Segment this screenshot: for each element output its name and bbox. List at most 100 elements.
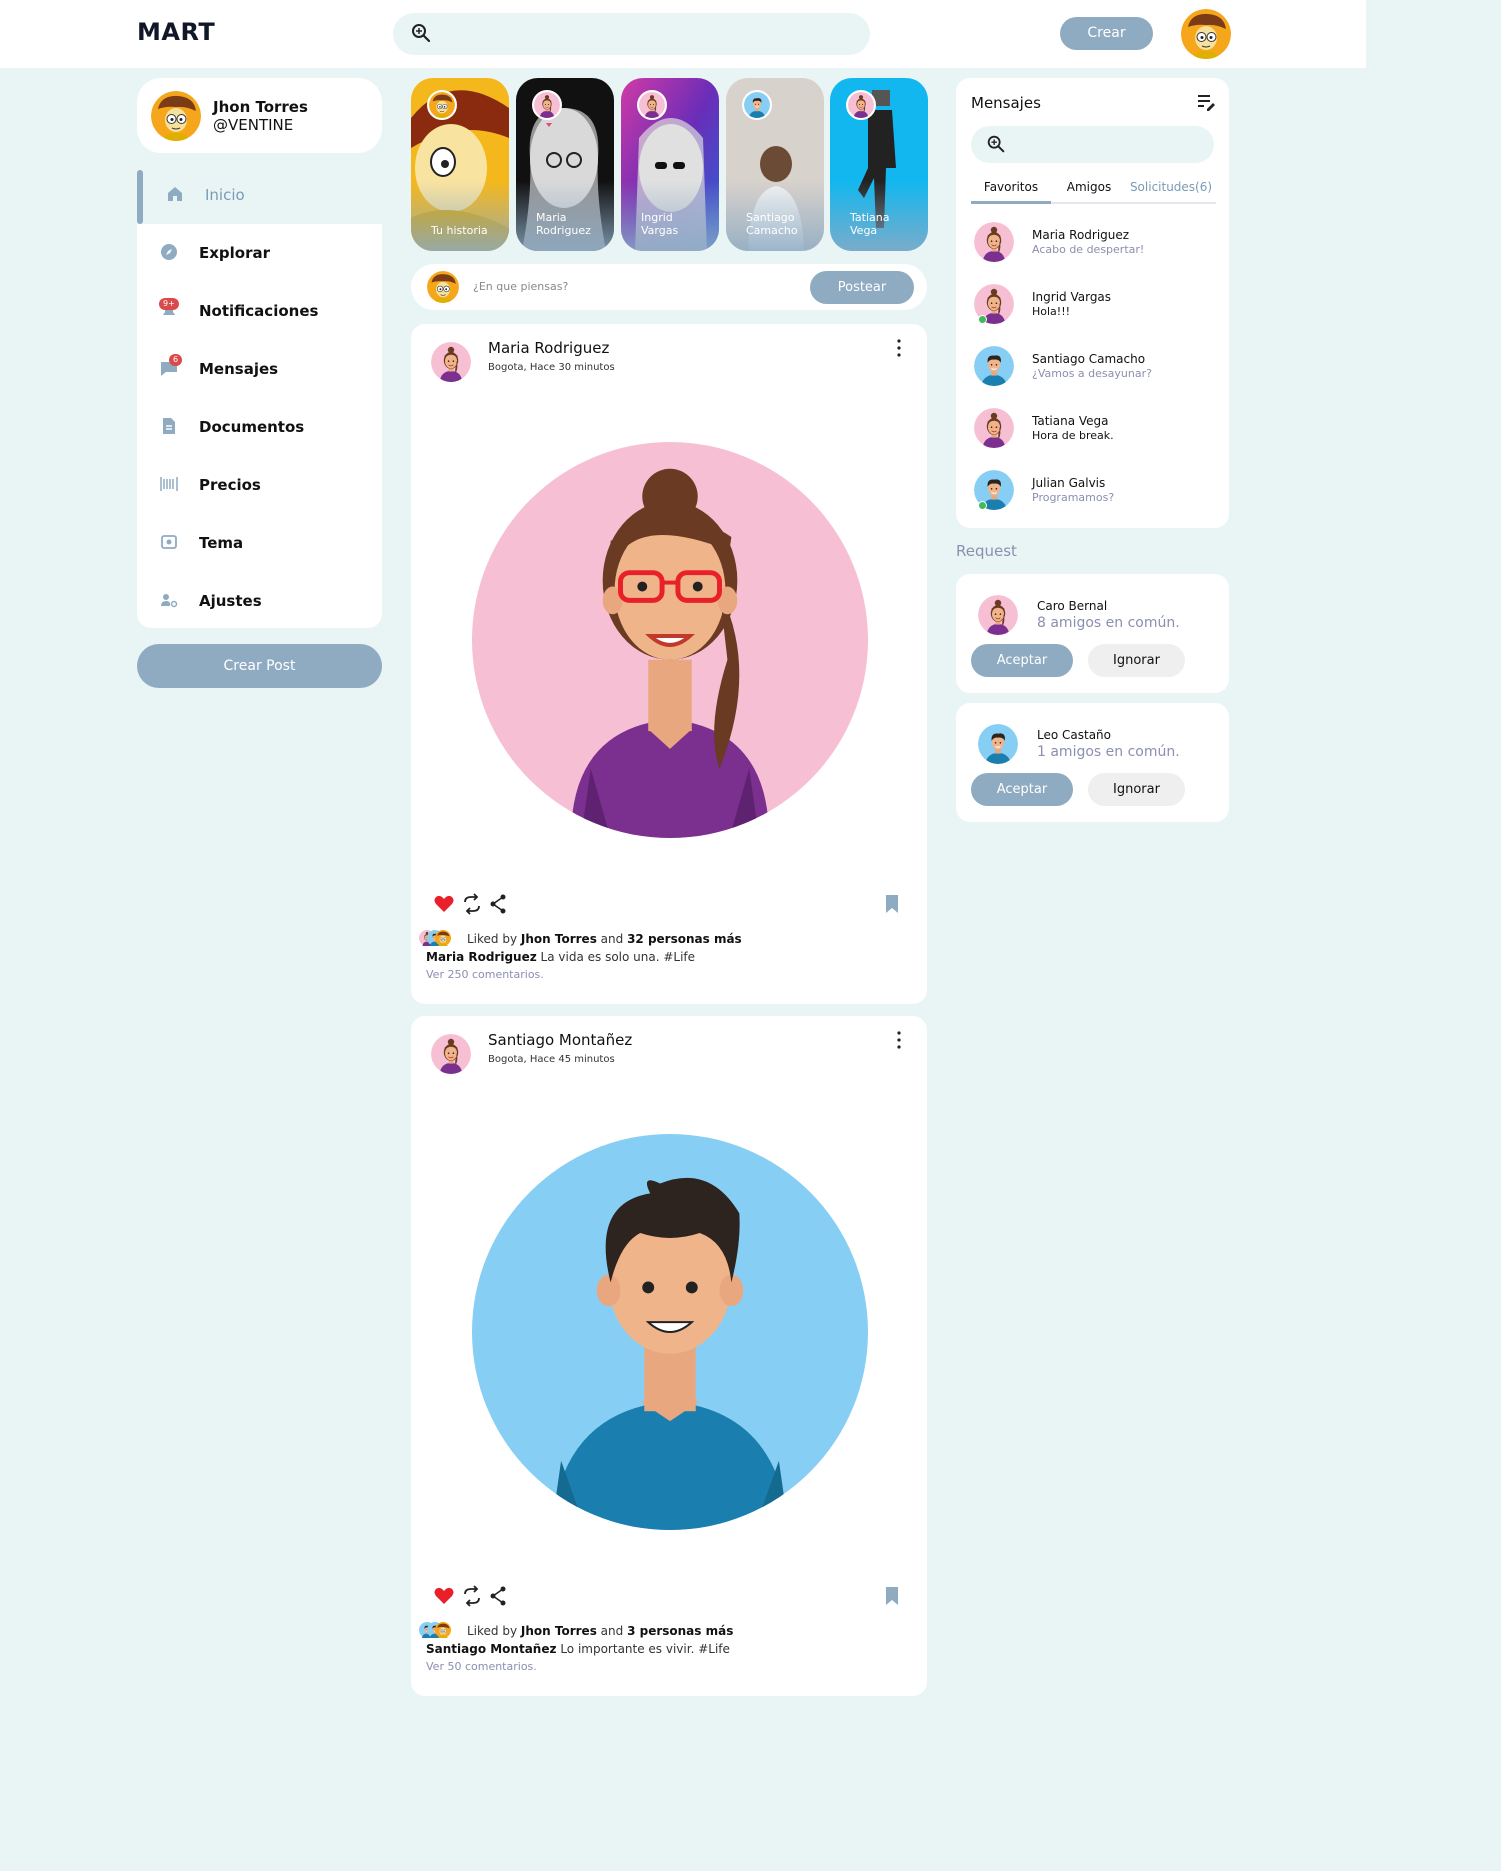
profile-card[interactable]: Jhon Torres @VENTINE	[137, 78, 382, 153]
story-avatar	[637, 90, 667, 120]
post-caption: Santiago Montañez Lo importante es vivir…	[426, 1642, 730, 1656]
sidebar-item-label: Ajustes	[199, 592, 262, 610]
story-card[interactable]: Ingrid Vargas	[621, 78, 719, 251]
contact-item[interactable]: Maria Rodriguez Acabo de despertar!	[974, 222, 1214, 266]
like-icon	[434, 895, 454, 912]
sidebar-item-ajustes[interactable]: Ajustes	[137, 576, 382, 630]
post-actions	[434, 893, 506, 915]
friend-request-card: Caro Bernal 8 amigos en común. Aceptar I…	[956, 574, 1229, 693]
home-icon	[168, 187, 182, 201]
messages-search-input[interactable]	[971, 126, 1214, 163]
profile-name: Jhon Torres	[213, 98, 308, 116]
sidebar-item-label: Explorar	[199, 244, 271, 262]
online-indicator	[978, 315, 987, 324]
compose-input[interactable]: ¿En que piensas?	[473, 280, 568, 293]
mutual-friends: 1 amigos en común.	[1037, 744, 1180, 760]
likes-summary[interactable]: Liked by Jhon Torres and 32 personas más	[419, 930, 899, 948]
tab-amigos[interactable]: Amigos	[1056, 178, 1122, 204]
sidebar-item-label: Tema	[199, 534, 244, 552]
more-options-icon[interactable]	[895, 338, 903, 358]
sidebar-item-documentos[interactable]: Documentos	[137, 402, 382, 456]
avatar[interactable]	[978, 724, 1018, 764]
create-post-button[interactable]: Crear Post	[137, 644, 382, 688]
post-meta: Bogota, Hace 30 minutos	[488, 362, 615, 373]
contact-item[interactable]: Santiago Camacho ¿Vamos a desayunar?	[974, 346, 1214, 390]
request-name[interactable]: Caro Bernal	[1037, 599, 1107, 613]
liked-avatars	[419, 1622, 459, 1640]
avatar	[974, 222, 1014, 262]
story-name: Santiago Camacho	[746, 211, 798, 237]
messages-tabs: Favoritos Amigos Solicitudes(6)	[971, 178, 1216, 204]
view-comments-link[interactable]: Ver 50 comentarios.	[426, 1660, 537, 1673]
story-name: Ingrid Vargas	[641, 211, 679, 237]
repost-icon	[464, 1585, 480, 1607]
compose-message-icon[interactable]	[1196, 92, 1216, 112]
author-avatar[interactable]	[431, 342, 471, 382]
friend-request-card: Leo Castaño 1 amigos en común. Aceptar I…	[956, 703, 1229, 822]
contact-item[interactable]: Julian Galvis Programamos?	[974, 470, 1214, 514]
post-author[interactable]: Santiago Montañez	[488, 1031, 632, 1049]
sidebar-item-label: Mensajes	[199, 360, 279, 378]
search-icon	[987, 135, 1005, 153]
contact-name: Julian Galvis	[1032, 476, 1106, 490]
like-icon	[434, 1587, 454, 1604]
sidebar-item-inicio[interactable]: Inicio	[137, 170, 382, 224]
sidebar-item-label: Inicio	[205, 186, 245, 204]
avatar	[974, 346, 1014, 386]
messages-title: Mensajes	[971, 94, 1041, 112]
contact-last-message: Hola!!!	[1032, 305, 1071, 318]
contact-item[interactable]: Ingrid Vargas Hola!!!	[974, 284, 1214, 328]
compose-box: ¿En que piensas? Postear	[411, 264, 927, 310]
sidebar-item-label: Precios	[199, 476, 261, 494]
story-card[interactable]: Santiago Camacho	[726, 78, 824, 251]
ignore-button[interactable]: Ignorar	[1088, 773, 1185, 806]
sidebar-item-label: Notificaciones	[199, 302, 319, 320]
liked-avatars	[419, 930, 459, 948]
avatar	[974, 408, 1014, 448]
post-image	[472, 442, 868, 838]
share-icon	[490, 1586, 506, 1606]
story-card[interactable]: Tu historia	[411, 78, 509, 251]
story-card[interactable]: Tatiana Vega	[830, 78, 928, 251]
contact-last-message: Hora de break.	[1032, 429, 1114, 442]
accept-button[interactable]: Aceptar	[971, 644, 1073, 677]
sidebar-item-tema[interactable]: Tema	[137, 518, 382, 572]
author-avatar[interactable]	[431, 1034, 471, 1074]
post-author[interactable]: Maria Rodriguez	[488, 339, 609, 357]
bookmark-icon[interactable]	[885, 1586, 899, 1606]
story-name: Tu historia	[431, 224, 488, 237]
contact-name: Santiago Camacho	[1032, 352, 1146, 366]
view-comments-link[interactable]: Ver 250 comentarios.	[426, 968, 544, 981]
create-button[interactable]: Crear	[1060, 17, 1153, 50]
top-bar: MART Crear	[0, 0, 1366, 68]
contact-last-message: ¿Vamos a desayunar?	[1032, 367, 1152, 380]
sidebar-item-label: Documentos	[199, 418, 305, 436]
story-avatar	[532, 90, 562, 120]
contact-name: Tatiana Vega	[1032, 414, 1109, 428]
ignore-button[interactable]: Ignorar	[1088, 644, 1185, 677]
notification-badge: 9+	[159, 298, 179, 310]
profile-handle: @VENTINE	[213, 116, 294, 134]
bookmark-icon[interactable]	[885, 894, 899, 914]
tab-solicitudes[interactable]: Solicitudes(6)	[1126, 178, 1216, 204]
sidebar-menu: Inicio Explorar 9+ Notificaciones 6 Mens…	[137, 170, 382, 628]
more-options-icon[interactable]	[895, 1030, 903, 1050]
sidebar-item-precios[interactable]: Precios	[137, 460, 382, 514]
sidebar-item-notificaciones[interactable]: 9+ Notificaciones	[137, 286, 382, 340]
story-card[interactable]: Maria Rodriguez	[516, 78, 614, 251]
tab-favoritos[interactable]: Favoritos	[971, 178, 1051, 204]
sidebar-item-explorar[interactable]: Explorar	[137, 228, 382, 282]
contact-last-message: Programamos?	[1032, 491, 1115, 504]
sidebar-item-mensajes[interactable]: 6 Mensajes	[137, 344, 382, 398]
request-name[interactable]: Leo Castaño	[1037, 728, 1111, 742]
likes-summary[interactable]: Liked by Jhon Torres and 3 personas más	[419, 1622, 899, 1640]
avatar[interactable]	[978, 595, 1018, 635]
repost-icon	[464, 893, 480, 915]
accept-button[interactable]: Aceptar	[971, 773, 1073, 806]
online-indicator	[978, 501, 987, 510]
search-input[interactable]	[393, 13, 870, 55]
app-logo[interactable]: MART	[137, 18, 215, 46]
contact-item[interactable]: Tatiana Vega Hora de break.	[974, 408, 1214, 452]
user-avatar[interactable]	[1181, 9, 1231, 59]
post-button[interactable]: Postear	[810, 271, 914, 304]
